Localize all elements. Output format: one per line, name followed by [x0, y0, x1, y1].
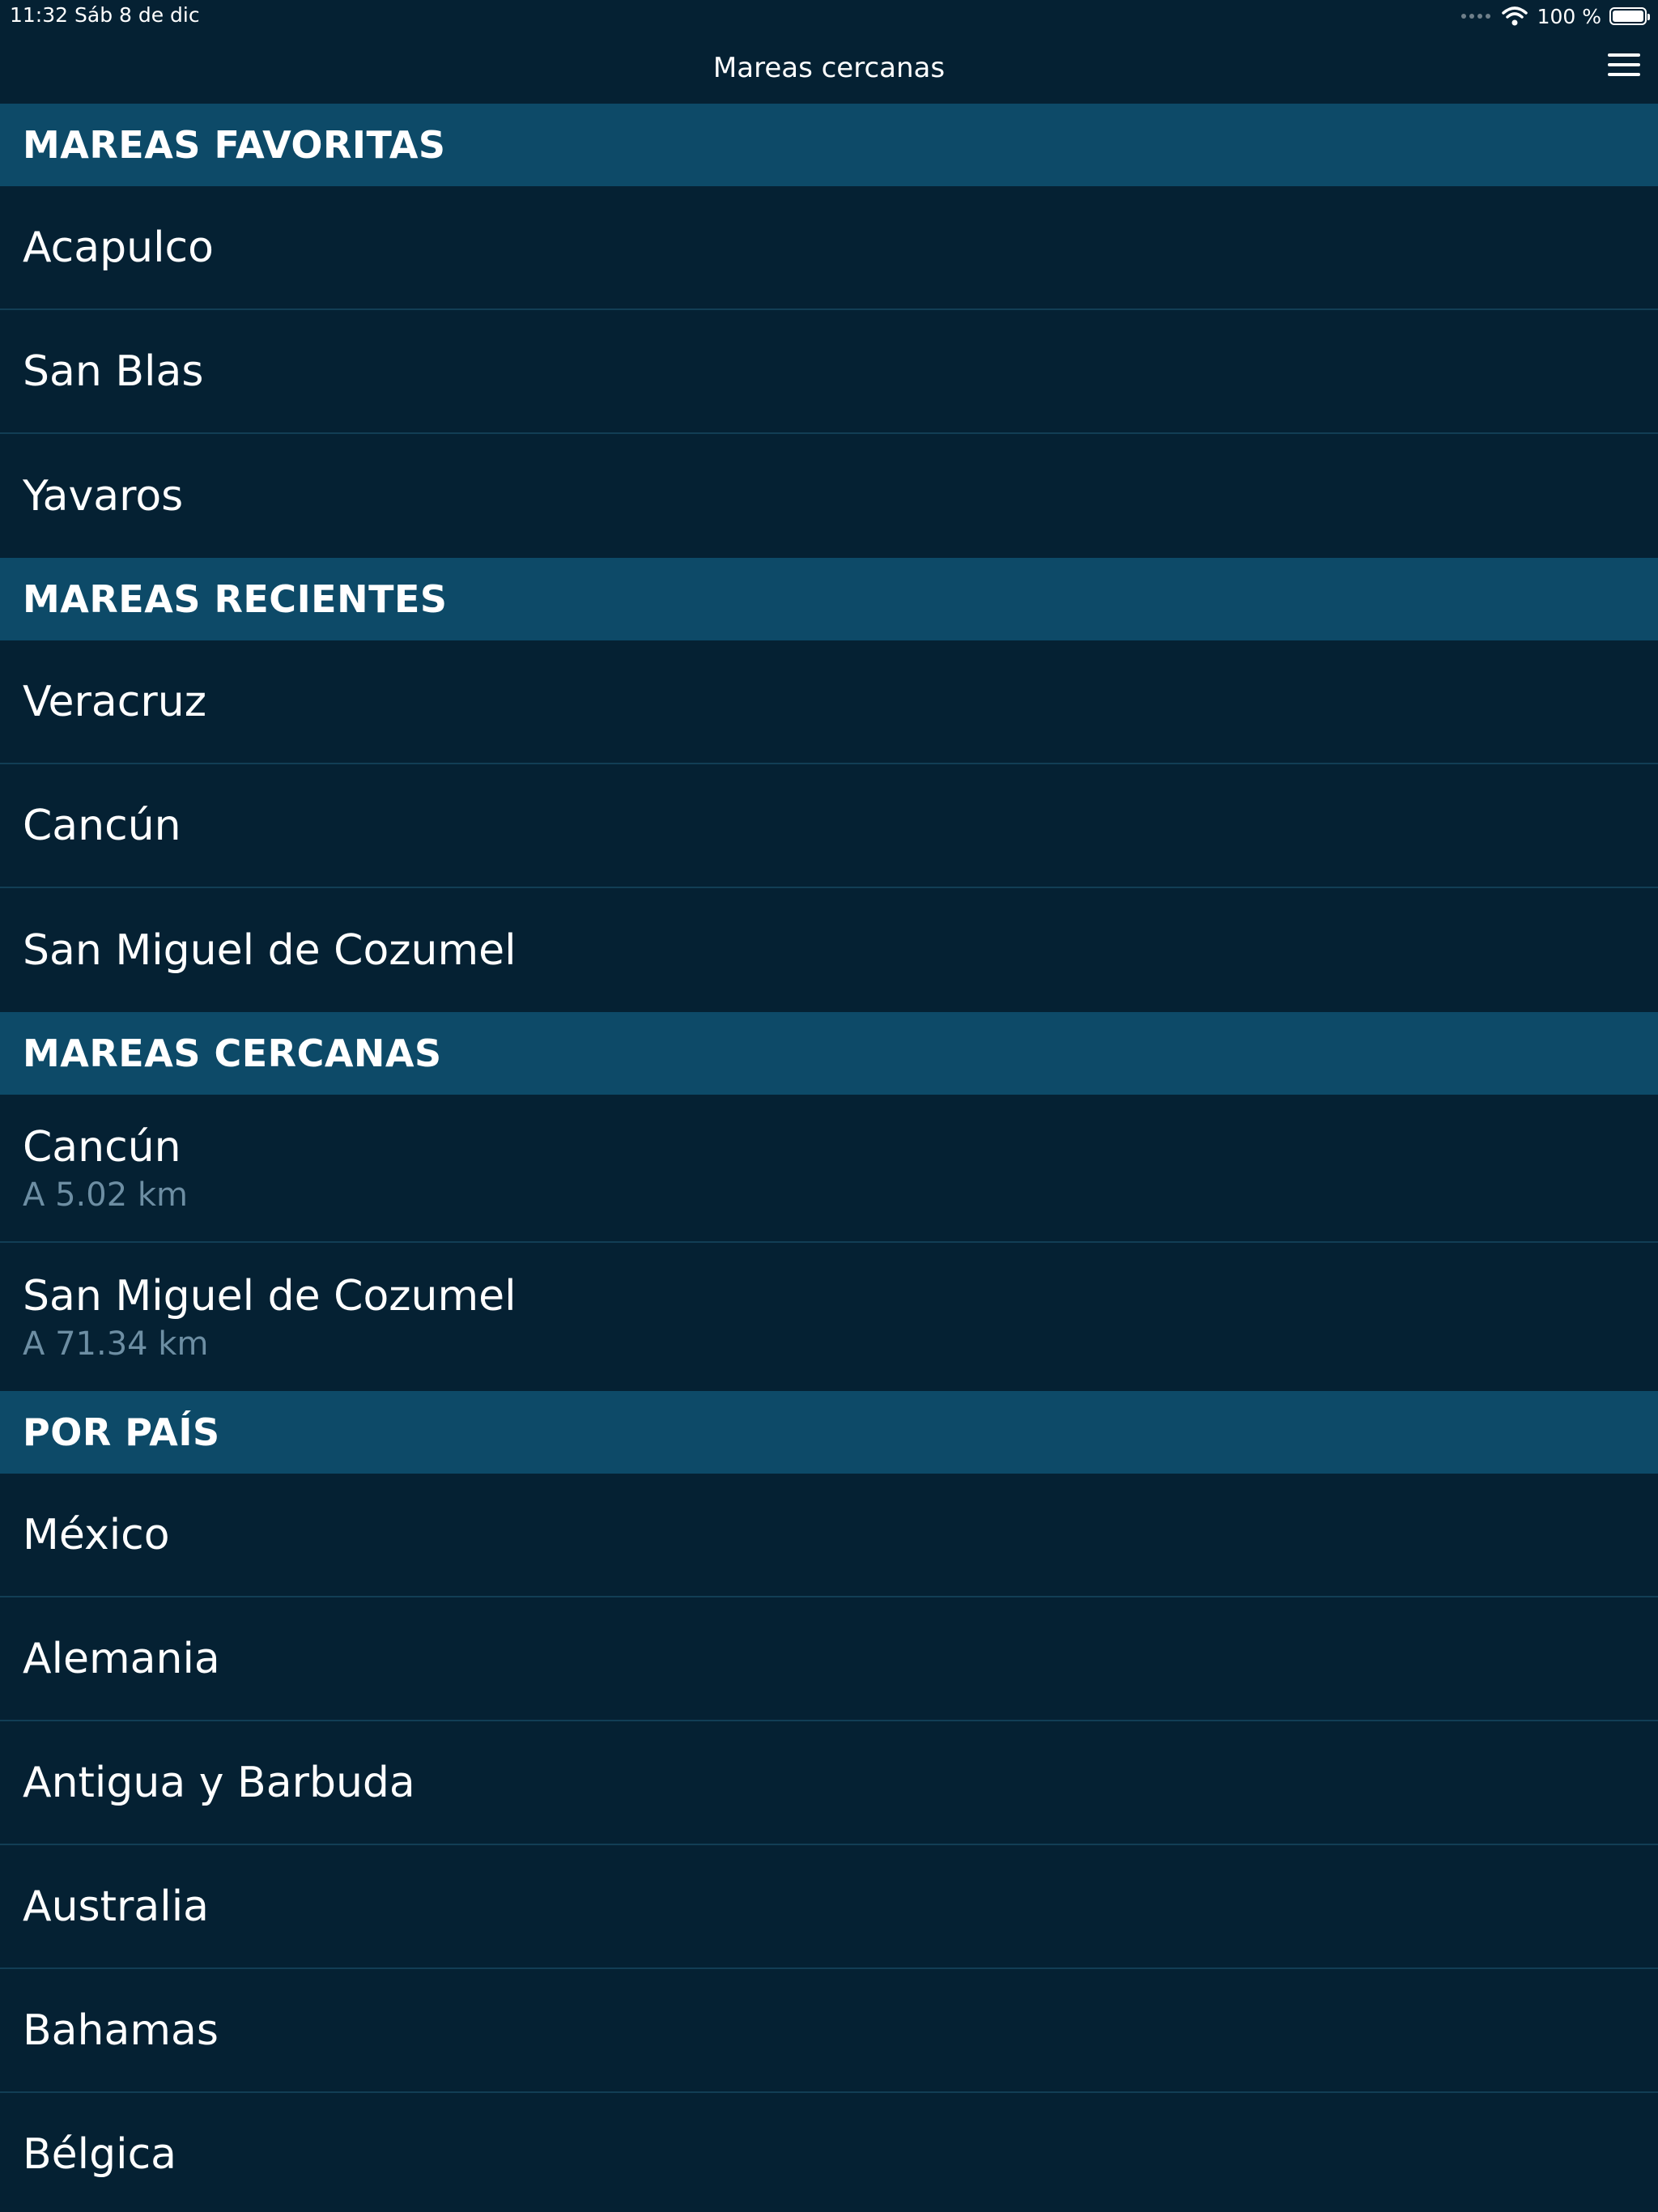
status-indicators: 100 % — [1460, 3, 1650, 29]
section-header-by-country: POR PAÍS — [0, 1391, 1658, 1474]
signal-dots-icon — [1460, 14, 1490, 19]
list-item-title: Cancún — [23, 1122, 181, 1172]
battery-percent: 100 % — [1537, 4, 1601, 28]
list-item[interactable]: Cancún A 5.02 km — [0, 1095, 1658, 1243]
status-date: Sáb 8 de dic — [74, 3, 200, 27]
list-item-title: Bahamas — [23, 2006, 219, 2055]
hamburger-menu-icon[interactable] — [1608, 53, 1640, 81]
list-item-title: San Miguel de Cozumel — [23, 925, 517, 975]
list-item-title: Australia — [23, 1882, 210, 1931]
section-header-favorites: MAREAS FAVORITAS — [0, 104, 1658, 186]
list-item[interactable]: Antigua y Barbuda — [0, 1721, 1658, 1845]
list-item[interactable]: México — [0, 1474, 1658, 1597]
list-item[interactable]: San Blas — [0, 310, 1658, 434]
app-screen: 11:32 Sáb 8 de dic 100 % Mareas cercanas… — [0, 0, 1658, 2212]
list-item-title: Alemania — [23, 1634, 220, 1683]
list-item[interactable]: San Miguel de Cozumel A 71.34 km — [0, 1243, 1658, 1391]
battery-icon — [1609, 7, 1650, 25]
list-item[interactable]: Acapulco — [0, 186, 1658, 310]
list-item[interactable]: Veracruz — [0, 640, 1658, 764]
list-item-title: Yavaros — [23, 471, 184, 521]
list-item-title: San Miguel de Cozumel — [23, 1271, 517, 1321]
list-item-title: Antigua y Barbuda — [23, 1758, 415, 1807]
list-item[interactable]: San Miguel de Cozumel — [0, 888, 1658, 1012]
tide-list: MAREAS FAVORITAS Acapulco San Blas Yavar… — [0, 104, 1658, 2212]
page-title: Mareas cercanas — [712, 52, 946, 84]
section-header-recent: MAREAS RECIENTES — [0, 558, 1658, 640]
status-time: 11:32 — [10, 3, 69, 27]
list-item[interactable]: Cancún — [0, 764, 1658, 888]
list-item-title: Veracruz — [23, 677, 206, 726]
list-item-title: Acapulco — [23, 223, 214, 272]
wifi-icon — [1501, 6, 1528, 26]
list-item[interactable]: Bahamas — [0, 1969, 1658, 2093]
list-item-title: San Blas — [23, 347, 204, 396]
list-item[interactable]: Alemania — [0, 1597, 1658, 1721]
list-item[interactable]: Bélgica — [0, 2093, 1658, 2212]
section-header-nearby: MAREAS CERCANAS — [0, 1012, 1658, 1095]
list-item-title: Bélgica — [23, 2129, 177, 2179]
status-bar: 11:32 Sáb 8 de dic 100 % — [0, 0, 1658, 32]
navigation-bar: Mareas cercanas — [0, 32, 1658, 104]
list-item[interactable]: Yavaros — [0, 434, 1658, 558]
list-item[interactable]: Australia — [0, 1845, 1658, 1969]
list-item-distance: A 71.34 km — [23, 1325, 209, 1363]
list-item-distance: A 5.02 km — [23, 1176, 188, 1214]
list-item-title: Cancún — [23, 801, 181, 850]
list-item-title: México — [23, 1510, 170, 1559]
